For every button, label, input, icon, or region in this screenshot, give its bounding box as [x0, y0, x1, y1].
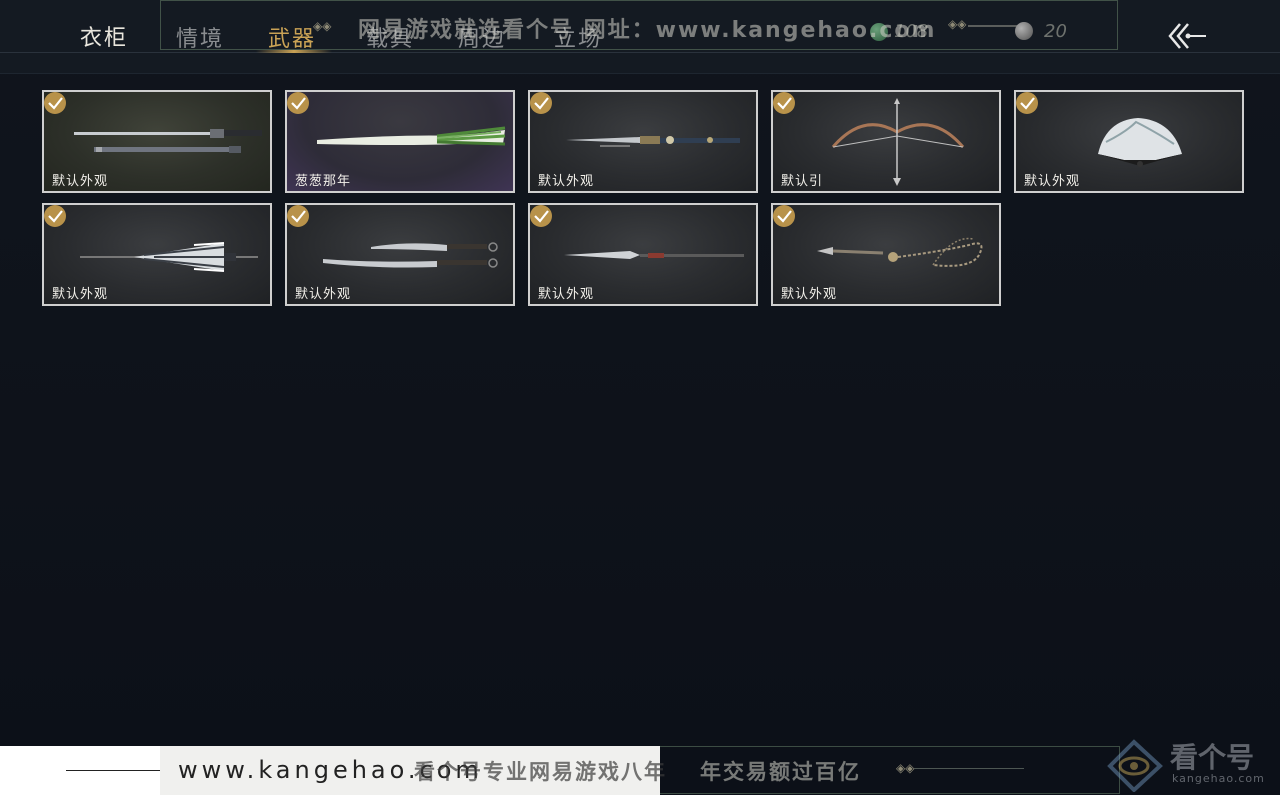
weapon-card-label: 默认外观 [1024, 174, 1081, 189]
selected-check-icon [773, 205, 795, 227]
watermark-line [66, 770, 166, 771]
weapon-card-scallion[interactable]: 葱葱那年 [285, 90, 515, 193]
wardrobe-screen: 衣柜 情境 武器 ◈◈ 载具 周边 立场 108 ◈◈ 20 网易游戏就选看个号… [0, 0, 1280, 795]
weapon-card-label: 默认外观 [52, 174, 109, 189]
tab-weapons[interactable]: 武器 [268, 21, 316, 53]
back-button[interactable] [1164, 18, 1212, 54]
slider-ornament-icon: ◈◈ [948, 17, 967, 31]
tab-ornament-icon: ◈◈ [313, 19, 332, 33]
selected-check-icon [773, 92, 795, 114]
page-title: 衣柜 [80, 26, 129, 51]
bottom-ornament-icon: ◈◈ [896, 761, 915, 775]
back-arrow-icon [1168, 23, 1206, 49]
weapon-card-dual-blades[interactable]: 默认外观 [285, 203, 515, 306]
selected-check-icon [44, 92, 66, 114]
weapon-card-label: 默认外观 [52, 287, 109, 302]
weapon-card-label: 默认引 [781, 174, 824, 189]
weapon-card-ornate-sword[interactable]: 默认外观 [528, 90, 758, 193]
weapon-card-rope-dart[interactable]: 默认外观 [771, 203, 1001, 306]
bottom-ornament-line [914, 768, 1024, 769]
weapon-card-umbrella[interactable]: 默认外观 [42, 203, 272, 306]
slider-value: 20 [1044, 21, 1067, 42]
weapon-card-label: 默认外观 [538, 174, 595, 189]
tab-scene[interactable]: 情境 [176, 21, 224, 53]
watermark-text-bottom-1: 看个号专业网易游戏八年 [414, 760, 667, 784]
selected-check-icon [530, 92, 552, 114]
slider-knob[interactable] [1015, 22, 1033, 40]
selected-check-icon [1016, 92, 1038, 114]
weapon-card-fan[interactable]: 默认外观 [1014, 90, 1244, 193]
watermark-text-top: 网易游戏就选看个号 网址：www.kangehao.com [358, 18, 937, 43]
watermark-logo-url: kangehao.com [1172, 772, 1265, 785]
watermark-text-bottom-2: 年交易额过百亿 [700, 760, 861, 784]
watermark-logo-text: 看个号 [1170, 741, 1255, 774]
weapon-card-label: 葱葱那年 [295, 174, 352, 189]
active-tab-indicator [256, 50, 332, 53]
weapon-card-sword[interactable]: 默认外观 [42, 90, 272, 193]
weapon-card-label: 默认外观 [295, 287, 352, 302]
selected-check-icon [287, 92, 309, 114]
slider-track[interactable] [968, 25, 1020, 27]
selected-check-icon [287, 205, 309, 227]
weapon-card-glaive[interactable]: 默认外观 [528, 203, 758, 306]
selected-check-icon [530, 205, 552, 227]
weapon-card-bow[interactable]: 默认引 [771, 90, 1001, 193]
selected-check-icon [44, 205, 66, 227]
weapon-card-label: 默认外观 [538, 287, 595, 302]
weapon-card-label: 默认外观 [781, 287, 838, 302]
